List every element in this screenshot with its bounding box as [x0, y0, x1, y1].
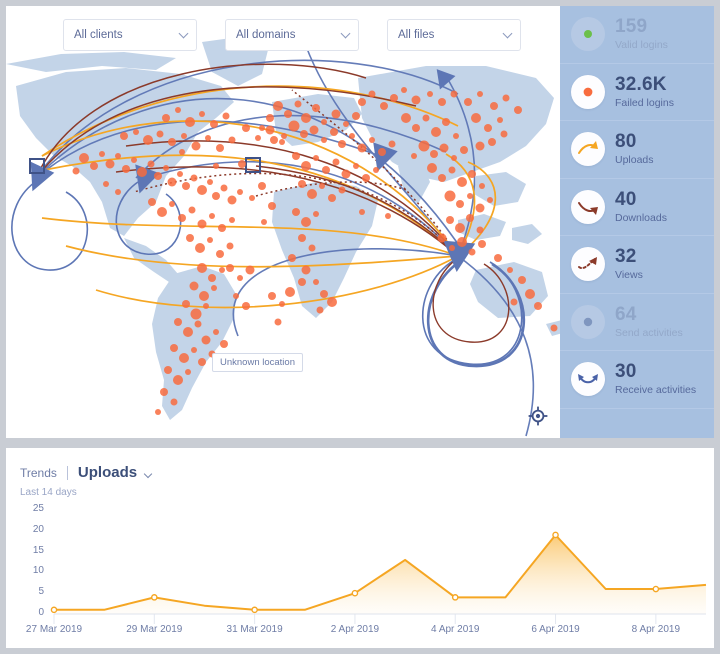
stat-value: 40	[615, 188, 637, 210]
chevron-down-icon	[340, 28, 351, 39]
y-tick-label: 15	[32, 544, 44, 556]
trends-header: Trends Uploads Last 14 days	[6, 448, 714, 498]
files-filter[interactable]: All files	[387, 19, 521, 51]
data-point-marker	[351, 589, 359, 597]
stat-label: Send activities	[615, 326, 683, 339]
chart-canvas	[50, 531, 707, 624]
receive-double-arrow-icon	[571, 362, 605, 397]
data-point-marker	[552, 531, 559, 539]
crosshair-target-icon[interactable]	[528, 406, 548, 426]
y-tick-label: 10	[32, 565, 44, 577]
stat-label: Failed logins	[615, 96, 674, 109]
self-loop-arcs-blue	[11, 179, 523, 365]
upload-arrow-icon	[571, 132, 605, 167]
y-tick-label: 25	[32, 503, 44, 514]
chevron-down-icon[interactable]	[143, 469, 153, 479]
data-point-marker	[251, 606, 258, 614]
dashboard-root: All clients All domains All files Unknow…	[0, 0, 720, 654]
data-point-marker	[652, 585, 660, 593]
x-tick-label: 8 Apr 2019	[631, 624, 681, 635]
x-tick-label: 27 Mar 2019	[25, 624, 83, 635]
domains-filter[interactable]: All domains	[225, 19, 359, 51]
clients-filter-label: All clients	[74, 29, 123, 41]
x-tick-label: 4 Apr 2019	[431, 624, 480, 635]
x-tick-label: 6 Apr 2019	[531, 624, 580, 635]
data-point-marker	[151, 594, 158, 601]
stat-label: Receive activities	[615, 384, 697, 397]
divider	[66, 465, 68, 480]
stat-label: Views	[615, 269, 643, 282]
domains-filter-label: All domains	[236, 29, 296, 41]
stat-value: 32.6K	[615, 73, 667, 95]
y-tick-label: 0	[38, 607, 44, 618]
stat-failed-logins[interactable]: 32.6K Failed logins	[560, 64, 714, 121]
trends-title: Trends	[20, 466, 57, 480]
sidebar-filler	[560, 409, 714, 439]
stat-value: 32	[615, 246, 637, 268]
send-dot-icon	[571, 304, 605, 339]
stat-valid-logins[interactable]: 159 Valid logins	[560, 6, 714, 64]
stat-value: 64	[615, 303, 637, 325]
stat-value: 80	[615, 131, 637, 153]
stat-label: Valid logins	[615, 39, 668, 52]
stats-sidebar: 159 Valid logins 32.6K Failed logins 80 …	[560, 6, 714, 438]
clients-filter[interactable]: All clients	[63, 19, 197, 51]
stat-downloads[interactable]: 40 Downloads	[560, 179, 714, 236]
stat-receive-activities[interactable]: 30 Receive activities	[560, 351, 714, 409]
data-point-marker	[50, 606, 58, 614]
map-card: All clients All domains All files Unknow…	[6, 6, 714, 438]
unknown-location-label[interactable]: Unknown location	[212, 353, 303, 372]
map-canvas	[6, 36, 560, 437]
stat-label: Downloads	[615, 211, 667, 224]
green-dot-icon	[571, 17, 605, 52]
stat-views[interactable]: 32 Views	[560, 236, 714, 294]
chevron-down-icon	[178, 28, 189, 39]
uploads-trend-chart[interactable]: 0 5 10 15 20 25 27 Mar 2019 29 Mar 2019 31 Mar …	[6, 502, 714, 647]
x-tick-label: 29 Mar 2019	[126, 624, 183, 635]
trends-subtitle: Last 14 days	[20, 487, 77, 498]
stat-send-activities[interactable]: 64 Send activities	[560, 294, 714, 351]
stat-label: Uploads	[615, 154, 654, 167]
view-dotted-arrow-icon	[571, 247, 605, 282]
y-tick-label: 5	[38, 586, 44, 598]
x-gridlines	[53, 614, 657, 624]
data-point-marker	[451, 594, 459, 601]
filter-bar: All clients All domains All files	[6, 6, 560, 51]
trends-metric-label[interactable]: Uploads	[78, 464, 137, 481]
x-tick-label: 2 Apr 2019	[330, 624, 380, 635]
stat-uploads[interactable]: 80 Uploads	[560, 121, 714, 179]
stat-value: 30	[615, 361, 637, 383]
trends-card: Trends Uploads Last 14 days 0 5 10 15 20…	[6, 448, 714, 648]
orange-dot-icon	[571, 74, 605, 109]
y-tick-label: 20	[32, 523, 44, 535]
x-tick-label: 31 Mar 2019	[226, 624, 283, 635]
files-filter-label: All files	[398, 29, 435, 41]
download-arrow-icon	[571, 189, 605, 224]
area-fill	[54, 535, 706, 614]
world-map[interactable]: All clients All domains All files Unknow…	[6, 6, 560, 438]
stat-value: 159	[615, 16, 648, 38]
chevron-down-icon	[502, 28, 513, 39]
